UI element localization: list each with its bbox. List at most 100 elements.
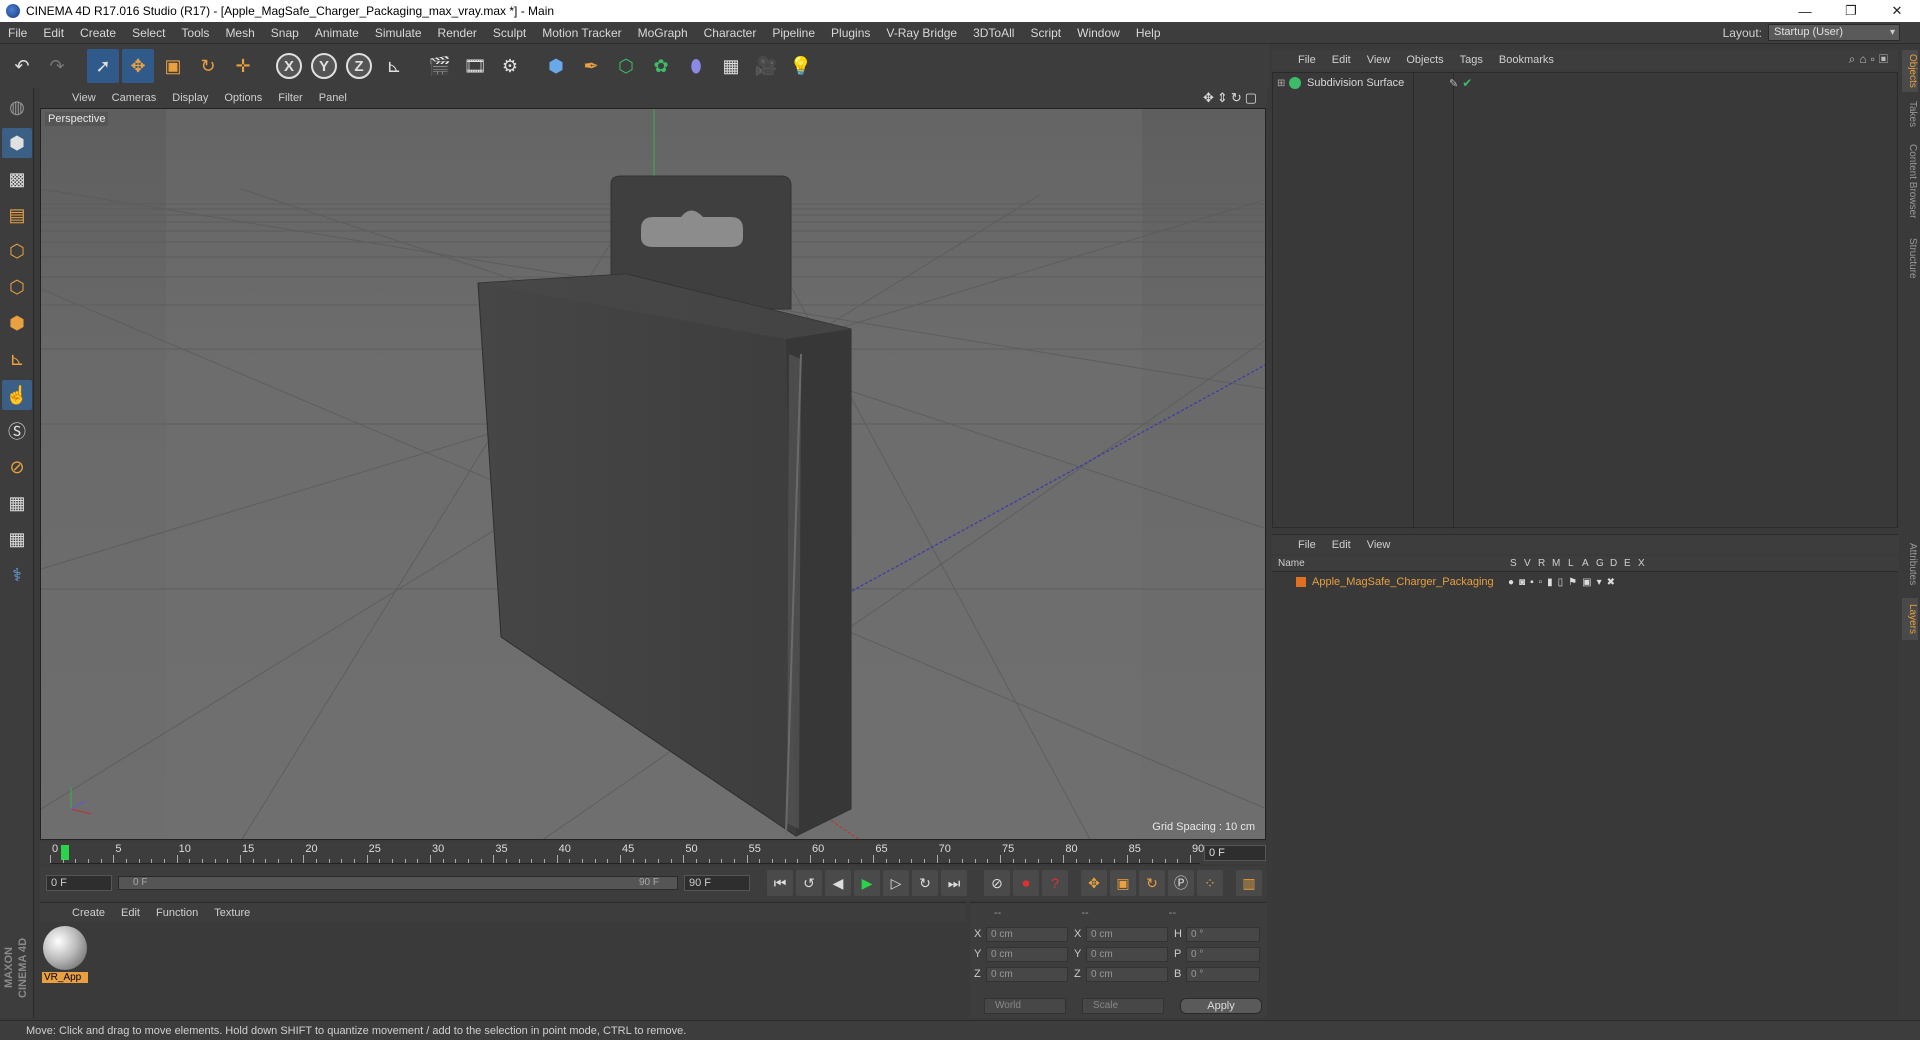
rotation-b-field[interactable]: 0 °	[1186, 966, 1260, 982]
edit-tag-icon[interactable]: ✎	[1449, 77, 1458, 90]
menu-edit[interactable]: Edit	[35, 22, 72, 44]
tab-content-browser[interactable]: Content Browser	[1902, 136, 1918, 226]
viewport-menu-cameras[interactable]: Cameras	[104, 92, 165, 104]
menu-mesh[interactable]: Mesh	[217, 22, 262, 44]
close-button[interactable]: ✕	[1874, 0, 1920, 22]
snap-icon[interactable]: ⊘	[2, 452, 32, 482]
viewport-camera-label[interactable]: Perspective	[45, 112, 109, 126]
tab-layers[interactable]: Layers	[1902, 598, 1918, 640]
position-x-field[interactable]: 0 cm	[986, 926, 1068, 942]
workplane-icon[interactable]: ▤	[2, 200, 32, 230]
solo-icon[interactable]: Ⓢ	[2, 416, 32, 446]
coordinate-system-dropdown[interactable]: World	[984, 998, 1066, 1014]
material-menu-edit[interactable]: Edit	[113, 907, 148, 919]
object-manager-tool-icons[interactable]: ⌕⌂▫▣	[1849, 52, 1892, 67]
position-y-field[interactable]: 0 cm	[986, 946, 1068, 962]
viewport-navigation-icons[interactable]: ✥⇕↻▢	[1203, 90, 1260, 106]
layer-list[interactable]: Apple_MagSafe_Charger_Packaging ●◙▪▫▮▯⚑▣…	[1272, 572, 1898, 1018]
viewport-menu-filter[interactable]: Filter	[270, 92, 310, 104]
layers-menu-edit[interactable]: Edit	[1324, 539, 1359, 551]
objects-menu-bookmarks[interactable]: Bookmarks	[1491, 54, 1562, 66]
cloner-icon[interactable]: ✿	[645, 49, 677, 83]
maximize-button[interactable]: ❐	[1828, 0, 1874, 22]
menu-motion-tracker[interactable]: Motion Tracker	[534, 22, 629, 44]
key-parameter-icon[interactable]: Ⓟ	[1168, 870, 1194, 896]
material-menu-function[interactable]: Function	[148, 907, 206, 919]
timeline-layout-icon[interactable]: ▥	[1236, 870, 1262, 896]
layer-row[interactable]: Apple_MagSafe_Charger_Packaging ●◙▪▫▮▯⚑▣…	[1272, 574, 1898, 590]
perspective-viewport[interactable]: Perspective Grid Spacing : 10 cm	[40, 108, 1266, 840]
menu-character[interactable]: Character	[696, 22, 765, 44]
position-z-field[interactable]: 0 cm	[986, 966, 1068, 982]
playhead-marker[interactable]	[61, 845, 69, 860]
viewport-menu-options[interactable]: Options	[216, 92, 270, 104]
layers-menu-view[interactable]: View	[1359, 539, 1399, 551]
menu-window[interactable]: Window	[1069, 22, 1128, 44]
python-icon[interactable]: ⚕	[2, 560, 32, 590]
y-axis-lock-button[interactable]: Y	[308, 49, 340, 83]
material-menu-create[interactable]: Create	[64, 907, 113, 919]
play-icon[interactable]: ▶	[854, 870, 880, 896]
key-rotation-icon[interactable]: ↻	[1139, 870, 1165, 896]
polygons-mode-icon[interactable]: ⬢	[2, 308, 32, 338]
objects-menu-file[interactable]: File	[1290, 54, 1324, 66]
layer-name[interactable]: Apple_MagSafe_Charger_Packaging	[1312, 576, 1508, 588]
menu-simulate[interactable]: Simulate	[367, 22, 430, 44]
z-axis-lock-button[interactable]: Z	[343, 49, 375, 83]
viewport-menu-panel[interactable]: Panel	[311, 92, 355, 104]
menu-script[interactable]: Script	[1022, 22, 1069, 44]
layer-header-animation[interactable]: A	[1582, 558, 1589, 569]
enabled-check-icon[interactable]: ✔	[1462, 76, 1472, 90]
texture-mode-icon[interactable]: ▩	[2, 164, 32, 194]
light-icon[interactable]: 💡	[785, 49, 817, 83]
render-settings-icon[interactable]: ⚙	[494, 49, 526, 83]
tab-objects[interactable]: Objects	[1902, 50, 1918, 92]
x-axis-lock-button[interactable]: X	[273, 49, 305, 83]
objects-menu-view[interactable]: View	[1359, 54, 1399, 66]
previous-key-icon[interactable]: ↺	[796, 870, 822, 896]
menu-vray-bridge[interactable]: V-Ray Bridge	[878, 22, 965, 44]
menu-snap[interactable]: Snap	[263, 22, 307, 44]
objects-menu-edit[interactable]: Edit	[1324, 54, 1359, 66]
menu-mograph[interactable]: MoGraph	[630, 22, 696, 44]
cube-icon[interactable]: ⬢	[540, 49, 572, 83]
layer-header-expressions[interactable]: E	[1624, 558, 1631, 569]
points-mode-icon[interactable]: ⬡	[2, 236, 32, 266]
timeline-ruler[interactable]: 0 5 10 15 20 25 30 35 40 45 50 55 60 65 70 75 80 85 90 0 F	[40, 842, 1266, 864]
key-pla-icon[interactable]: ⁘	[1197, 870, 1223, 896]
select-icon[interactable]: ➚	[87, 49, 119, 83]
layer-header-locked[interactable]: L	[1568, 558, 1574, 569]
object-manager-tree[interactable]: ⊞ Subdivision Surface ✎ ✔	[1272, 72, 1898, 529]
layer-header-xref[interactable]: X	[1638, 558, 1645, 569]
layer-header-render[interactable]: R	[1538, 558, 1545, 569]
lock-workplane-icon[interactable]: ▦	[2, 488, 32, 518]
object-name[interactable]: Subdivision Surface	[1307, 77, 1441, 89]
model-mode-icon[interactable]: ⬢	[2, 128, 32, 158]
objects-menu-objects[interactable]: Objects	[1398, 54, 1451, 66]
size-y-field[interactable]: 0 cm	[1086, 946, 1168, 962]
tab-attributes[interactable]: Attributes	[1902, 534, 1918, 594]
redo-icon[interactable]: ↷	[41, 49, 73, 83]
layout-dropdown[interactable]: Startup (User)	[1768, 24, 1900, 41]
layers-menu-file[interactable]: File	[1290, 539, 1324, 551]
menu-render[interactable]: Render	[430, 22, 485, 44]
axis-mode-icon[interactable]: ⊾	[2, 344, 32, 374]
menu-create[interactable]: Create	[72, 22, 124, 44]
menu-file[interactable]: File	[0, 22, 35, 44]
rotate-icon[interactable]: ↻	[192, 49, 224, 83]
layer-header-generators[interactable]: G	[1596, 558, 1604, 569]
layer-header-view[interactable]: V	[1524, 558, 1531, 569]
key-position-icon[interactable]: ✥	[1081, 870, 1107, 896]
objects-menu-tags[interactable]: Tags	[1452, 54, 1491, 66]
workplane-snap-icon[interactable]: ▦	[2, 524, 32, 554]
next-frame-icon[interactable]: ▷	[883, 870, 909, 896]
render-view-icon[interactable]: 🎬	[424, 49, 456, 83]
floor-icon[interactable]: ▦	[715, 49, 747, 83]
material-menu-texture[interactable]: Texture	[206, 907, 258, 919]
preview-range-slider[interactable]: 0 F 90 F	[118, 876, 678, 890]
size-mode-dropdown[interactable]: Scale	[1082, 998, 1164, 1014]
size-x-field[interactable]: 0 cm	[1086, 926, 1168, 942]
layer-header-manager[interactable]: M	[1552, 558, 1560, 569]
move-icon[interactable]: ✥	[122, 49, 154, 83]
scale-icon[interactable]: ▣	[157, 49, 189, 83]
